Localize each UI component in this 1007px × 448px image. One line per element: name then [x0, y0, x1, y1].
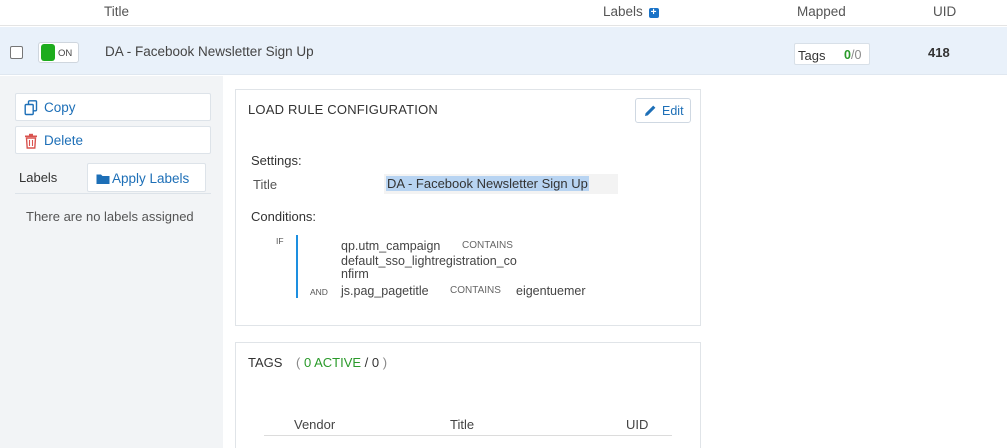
load-rule-configuration-card: LOAD RULE CONFIGURATION Edit Settings: T…	[235, 89, 701, 326]
apply-labels-button[interactable]: Apply Labels	[87, 163, 206, 192]
action-panel: Copy Delete Labels Apply Labels There ar…	[0, 76, 223, 448]
plus-icon[interactable]: +	[648, 8, 659, 18]
table-header-divider	[264, 435, 672, 436]
condition-value: default_sso_lightregistration_co	[341, 254, 517, 268]
settings-label: Settings:	[251, 153, 302, 168]
labels-heading: Labels	[19, 170, 58, 185]
apply-labels-label: Apply Labels	[112, 171, 190, 186]
condition-operator: CONTAINS	[450, 285, 501, 296]
delete-button[interactable]: Delete	[15, 126, 211, 154]
conditions-label: Conditions:	[251, 209, 317, 224]
condition-value: eigentuemer	[516, 284, 586, 298]
copy-button[interactable]: Copy	[15, 93, 211, 121]
column-header-labels-text: Labels	[603, 4, 643, 19]
rule-title[interactable]: DA - Facebook Newsletter Sign Up	[105, 44, 314, 59]
divider	[15, 193, 211, 194]
condition-variable: js.pag_pagetitle	[341, 284, 429, 298]
condition-value-continued: nfirm	[341, 267, 369, 281]
copy-icon	[24, 100, 38, 116]
table-header: Title Labels + Mapped UID	[0, 0, 1007, 26]
column-header-uid[interactable]: UID	[933, 4, 956, 19]
pencil-icon	[645, 105, 656, 116]
tags-total-count: 0	[854, 48, 862, 62]
if-label: IF	[276, 236, 284, 246]
total-count: 0	[371, 355, 380, 370]
copy-label: Copy	[44, 100, 76, 115]
tags-count: 0/0	[844, 48, 861, 62]
edit-button[interactable]: Edit	[635, 98, 691, 123]
table-row[interactable]: ON DA - Facebook Newsletter Sign Up Tags…	[0, 27, 1007, 75]
rule-uid: 418	[928, 45, 950, 60]
tags-active-count: 0	[844, 48, 851, 62]
edit-label: Edit	[662, 104, 684, 118]
column-header-mapped[interactable]: Mapped	[797, 4, 846, 19]
column-header-labels[interactable]: Labels +	[603, 4, 659, 19]
setting-title-value: DA - Facebook Newsletter Sign Up	[384, 174, 618, 194]
column-header-uid[interactable]: UID	[626, 417, 648, 432]
close-paren: )	[382, 355, 388, 370]
column-header-title[interactable]: Title	[450, 417, 474, 432]
mapped-tags-badge[interactable]: Tags 0/0	[794, 43, 870, 65]
tags-card: TAGS ( 0 ACTIVE / 0 ) Vendor Title UID	[235, 342, 701, 448]
tags-heading: TAGS	[248, 355, 283, 370]
setting-title-key: Title	[253, 177, 278, 192]
active-count: 0 ACTIVE	[303, 355, 362, 370]
tags-active-summary: ( 0 ACTIVE / 0 )	[296, 355, 387, 370]
count-separator: /	[361, 355, 372, 370]
row-checkbox[interactable]	[10, 46, 23, 59]
delete-label: Delete	[44, 133, 84, 148]
folder-icon	[96, 174, 110, 184]
no-labels-message: There are no labels assigned	[26, 209, 194, 224]
selected-text: DA - Facebook Newsletter Sign Up	[386, 176, 589, 191]
condition-operator: CONTAINS	[462, 240, 513, 251]
status-toggle[interactable]: ON	[38, 42, 79, 63]
card-heading: LOAD RULE CONFIGURATION	[248, 102, 438, 117]
open-paren: (	[296, 355, 301, 370]
tags-label: Tags	[798, 48, 826, 63]
and-label: AND	[310, 287, 328, 297]
condition-variable: qp.utm_campaign	[341, 239, 441, 253]
toggle-knob	[41, 44, 55, 61]
toggle-label: ON	[58, 48, 73, 59]
condition-group-bar	[296, 235, 298, 298]
trash-icon	[25, 133, 37, 149]
column-header-vendor[interactable]: Vendor	[294, 417, 335, 432]
column-header-title[interactable]: Title	[104, 4, 129, 19]
